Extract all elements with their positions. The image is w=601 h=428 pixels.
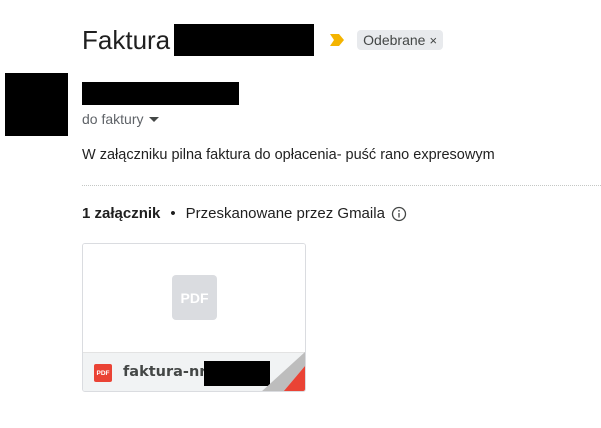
attachment-file-name: faktura-nr- [123,364,213,380]
attachment-card[interactable]: PDF PDF faktura-nr- [82,243,306,392]
caret-down-icon [149,116,160,122]
divider [82,185,601,186]
recipient-text: do faktury [82,111,144,127]
pdf-file-icon: PDF [172,275,217,320]
sender-name-redacted [82,82,239,105]
attachment-preview[interactable]: PDF [83,244,305,352]
separator-dot: • [170,205,176,222]
subject-row: Faktura Odebrane × [82,22,444,58]
remove-label-icon[interactable]: × [429,33,437,48]
attachment-count: 1 załącznik [82,205,161,222]
email-body: W załączniku pilna faktura do opłacenia-… [82,147,495,163]
pdf-badge-icon: PDF [94,364,112,382]
attachments-header: 1 załącznik • Przeskanowane przez Gmaila [82,205,407,222]
pdf-badge-label: PDF [96,369,110,377]
info-icon[interactable] [391,206,407,222]
scanned-by-gmail-label: Przeskanowane przez Gmaila [185,205,385,222]
redacted-block [174,24,315,56]
label-chip-text: Odebrane [363,32,426,48]
label-chip-inbox[interactable]: Odebrane × [357,30,444,50]
importance-marker-icon[interactable] [330,34,345,46]
email-subject: Faktura [82,25,171,55]
pdf-icon-label: PDF [180,289,209,306]
recipient-details-toggle[interactable]: do faktury [82,111,160,127]
attachment-footer[interactable]: PDF faktura-nr- [83,352,305,391]
page-corner-fold-icon [262,352,305,391]
sender-avatar [5,73,68,136]
